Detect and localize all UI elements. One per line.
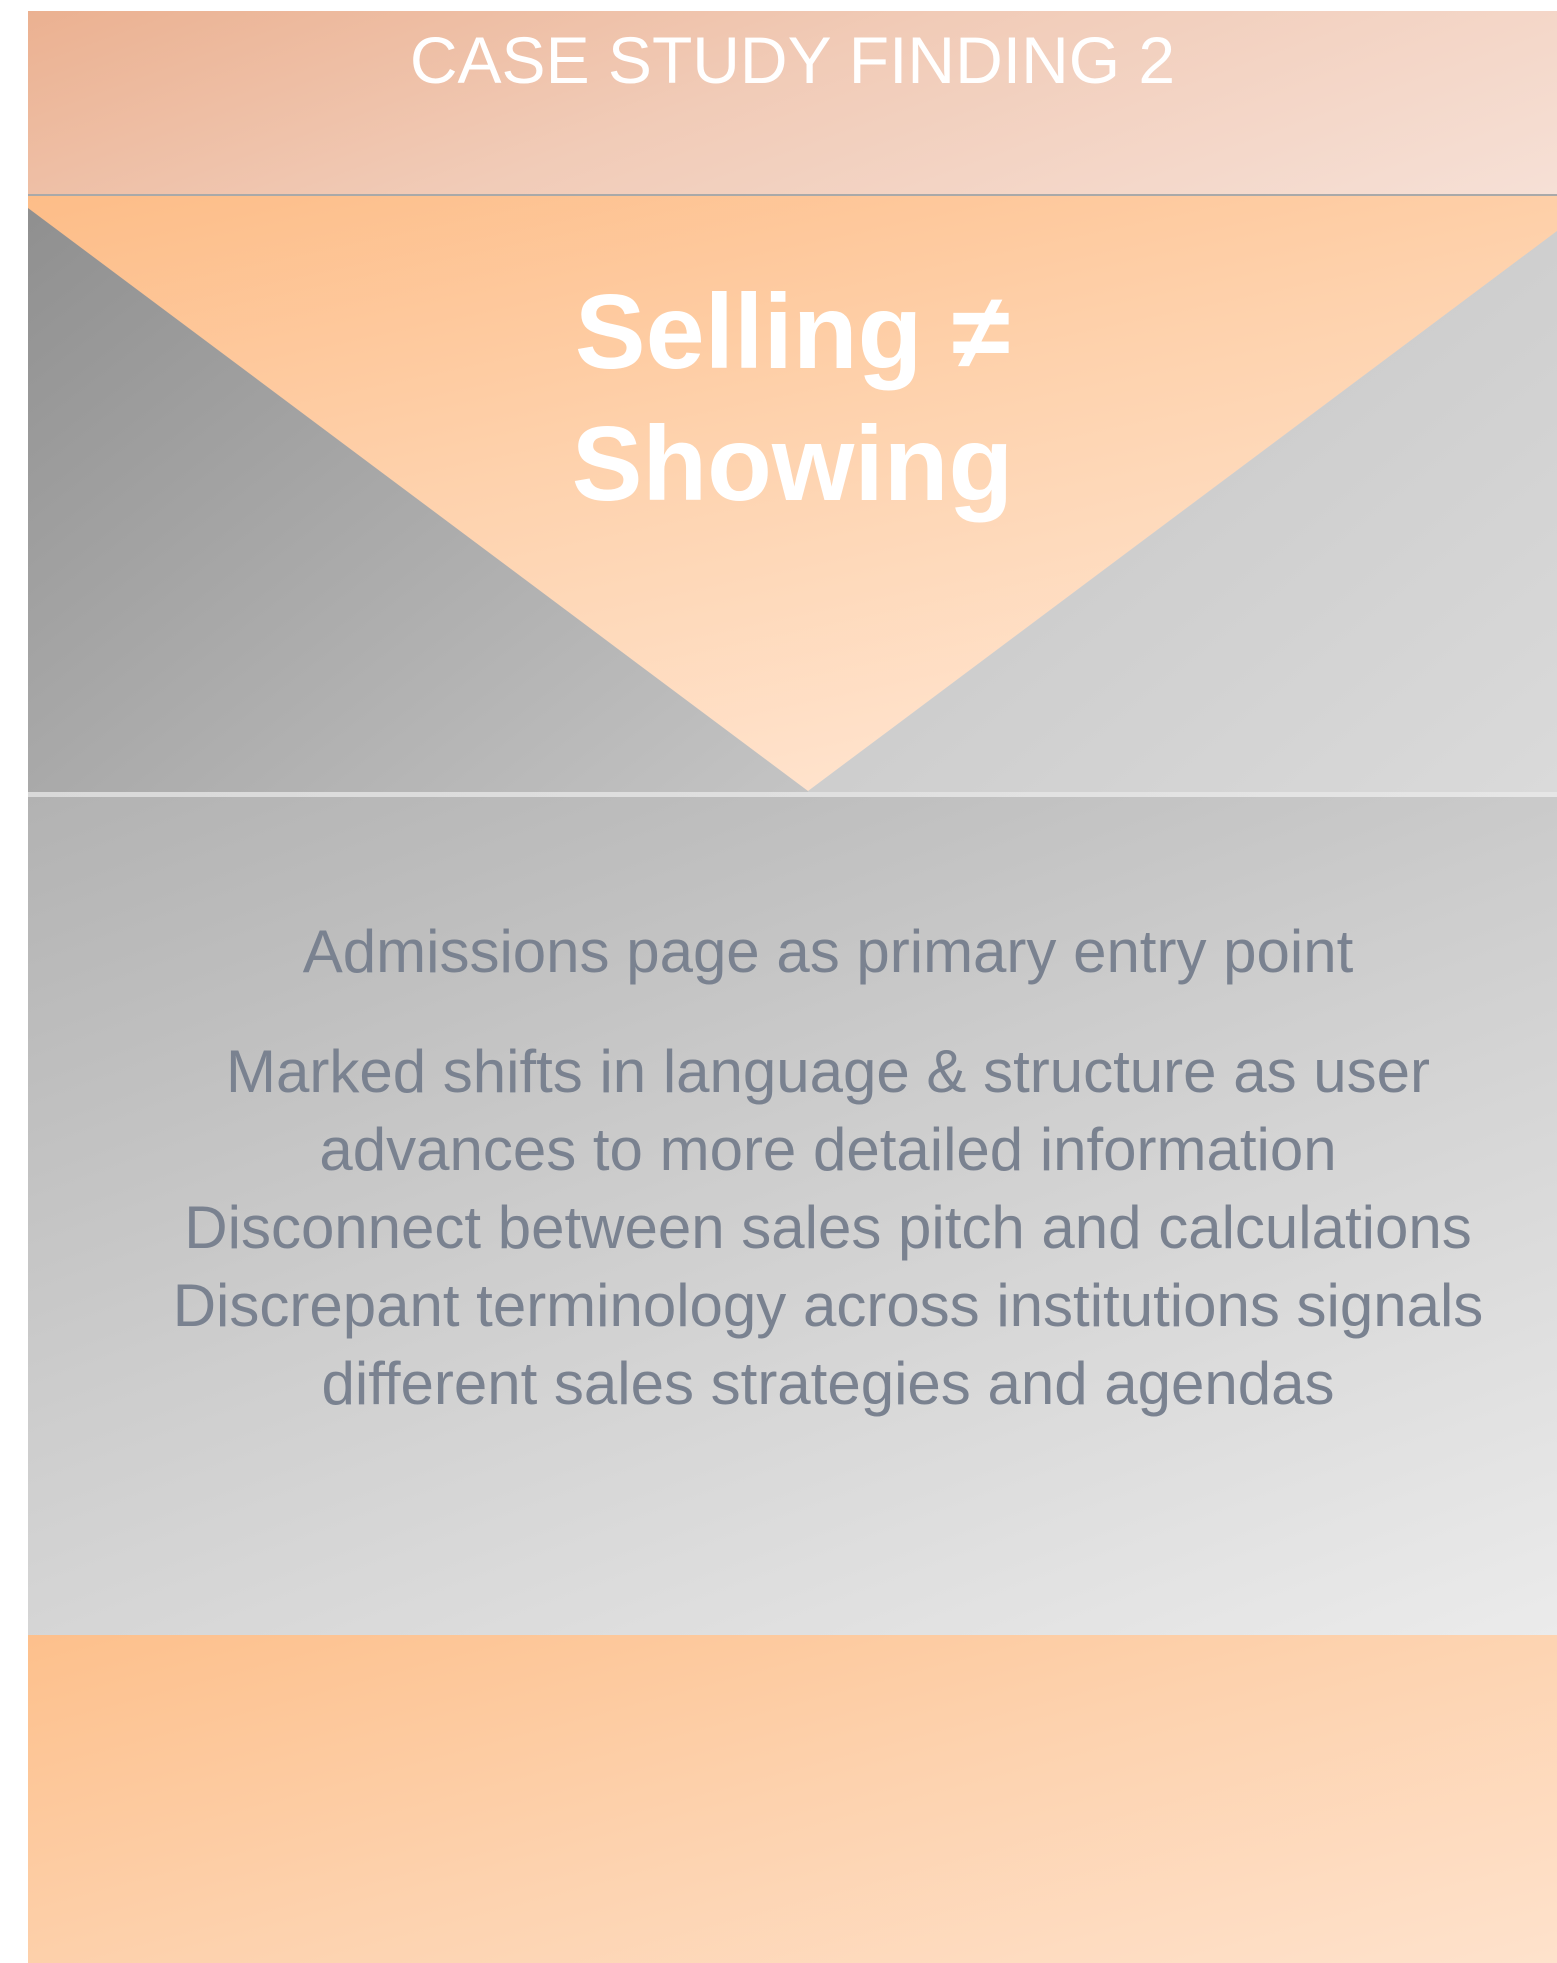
hero-title-line-1: Selling ≠ <box>574 273 1011 391</box>
slide: CASE STUDY FINDING 2 Selling ≠ Showing A… <box>28 11 1557 1963</box>
findings-list: Admissions page as primary entry point M… <box>118 913 1538 1423</box>
finding-item: Disconnect between sales pitch and calcu… <box>184 1194 1472 1261</box>
findings-divider <box>28 792 1557 797</box>
finding-item: Discrepant terminology across institutio… <box>172 1272 1484 1417</box>
finding-item: Admissions page as primary entry point <box>302 918 1354 985</box>
hero-title: Selling ≠ Showing <box>28 266 1557 530</box>
header-title: CASE STUDY FINDING 2 <box>28 17 1557 103</box>
footer-band <box>28 1635 1557 1963</box>
header-title-text: CASE STUDY FINDING 2 <box>409 23 1176 97</box>
header-band: CASE STUDY FINDING 2 <box>28 11 1557 195</box>
finding-item: Marked shifts in language & structure as… <box>226 1038 1430 1183</box>
hero-title-line-2: Showing <box>571 405 1014 523</box>
